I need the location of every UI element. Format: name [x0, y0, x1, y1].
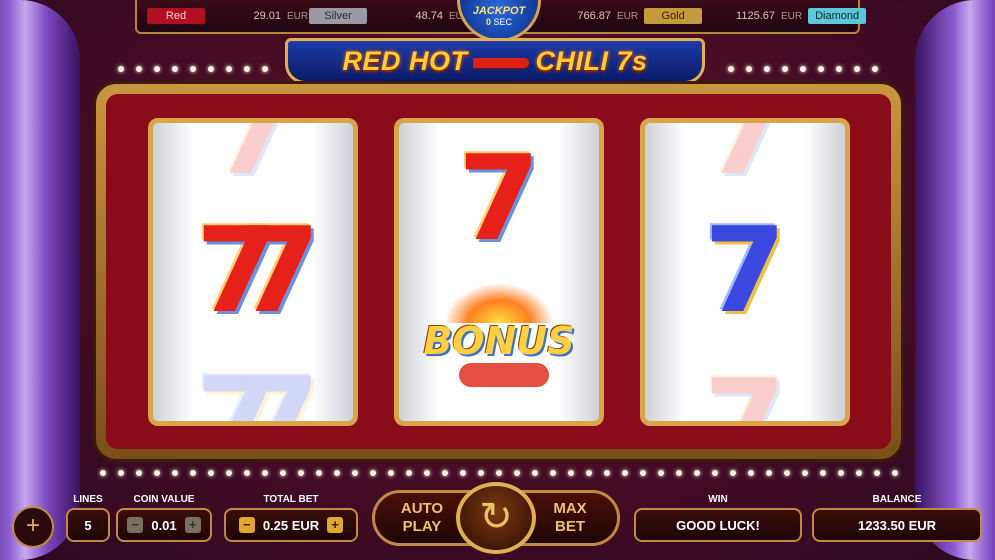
- symbol-seven: 7: [703, 353, 787, 426]
- menu-plus-button[interactable]: +: [12, 506, 54, 548]
- coin-value-label: COIN VALUE: [133, 494, 195, 505]
- total-bet-label: TOTAL BET: [263, 494, 319, 505]
- symbol-double-seven: 77: [195, 201, 320, 339]
- chili-pepper-icon: [459, 363, 549, 387]
- coin-value-stepper: − 0.01 +: [116, 508, 212, 542]
- symbol-bonus: BONUS: [423, 319, 575, 363]
- balance-value: 1233.50 EUR: [857, 517, 937, 533]
- coin-value-increase-button[interactable]: +: [184, 517, 201, 533]
- reel-2: 7 BONUS: [394, 118, 604, 426]
- jackpot-red: Red 29.01 EUR: [147, 6, 308, 26]
- left-pillar: [0, 0, 80, 560]
- jackpot-tier-label: Diamond: [808, 8, 867, 24]
- jackpot-tier-label: Red: [147, 8, 205, 24]
- spin-button[interactable]: ↻: [456, 482, 536, 554]
- reel-1: 7 77 77: [148, 118, 358, 426]
- game-title: RED HOT CHILI 7s: [285, 38, 705, 84]
- jackpot-currency: EUR: [287, 10, 309, 22]
- coin-value-decrease-button[interactable]: −: [127, 517, 144, 533]
- balance-label: BALANCE: [872, 494, 922, 505]
- jackpot-tier-label: Silver: [309, 8, 367, 24]
- total-bet-decrease-button[interactable]: −: [238, 517, 255, 533]
- right-pillar: [915, 0, 995, 560]
- chili-pepper-icon: [473, 57, 530, 68]
- total-bet-stepper: − 0.25 EUR +: [224, 508, 358, 542]
- total-bet-increase-button[interactable]: +: [327, 517, 344, 533]
- win-display: GOOD LUCK!: [634, 508, 802, 542]
- reel-3: 7 7 7: [640, 118, 850, 426]
- jackpot-silver: Silver 48.74 EUR: [309, 6, 470, 26]
- symbol-seven: 7: [703, 118, 787, 201]
- max-bet-label-2: BET: [555, 518, 585, 535]
- symbol-seven: 7: [457, 129, 541, 267]
- symbol-seven: 7: [211, 118, 295, 201]
- flame-icon: [444, 283, 554, 323]
- jackpot-currency: EUR: [781, 10, 803, 22]
- title-left: RED HOT: [342, 46, 468, 76]
- bottom-lights: [100, 470, 898, 482]
- coin-value: 0.01: [151, 517, 177, 533]
- balance-display: 1233.50 EUR: [812, 508, 982, 542]
- reel-window: 7 77 77 7 BONUS 7 7 7: [106, 94, 891, 449]
- jackpot-tier-label: Gold: [644, 8, 703, 24]
- spin-controls: AUTO PLAY MAX BET ↻: [372, 482, 620, 554]
- symbol-double-seven: 77: [195, 351, 320, 426]
- jackpot-gold: 766.87 EUR Gold: [541, 6, 703, 26]
- jackpot-countdown: 0 SEC: [460, 17, 538, 27]
- jackpot-value: 29.01: [253, 10, 281, 22]
- jackpot-timer-unit: SEC: [493, 17, 513, 27]
- jackpot-currency: EUR: [617, 10, 639, 22]
- title-right: CHILI 7s: [535, 46, 648, 76]
- jackpot-value: 48.74: [415, 10, 443, 22]
- total-bet-value: 0.25 EUR: [262, 517, 320, 533]
- spin-arrow-icon: ↻: [479, 495, 513, 539]
- symbol-seven: 7: [703, 201, 787, 339]
- win-value: GOOD LUCK!: [676, 517, 760, 533]
- slot-machine-frame: 7 77 77 7 BONUS 7 7 7: [96, 84, 901, 459]
- auto-play-label-1: AUTO: [400, 500, 444, 517]
- lines-value: 5: [84, 517, 92, 533]
- jackpot-value: 1125.67: [736, 10, 775, 22]
- max-bet-label-1: MAX: [553, 500, 587, 517]
- jackpot-value: 766.87: [577, 10, 611, 22]
- auto-play-label-2: PLAY: [402, 518, 442, 535]
- marquee-lights-right: [728, 66, 878, 78]
- jackpot-timer: 0: [485, 17, 491, 27]
- jackpot-badge-title: JACKPOT: [472, 5, 526, 17]
- win-label: WIN: [708, 494, 728, 505]
- lines-label: LINES: [73, 494, 103, 505]
- jackpot-diamond: 1125.67 EUR Diamond: [705, 6, 867, 26]
- marquee-lights-left: [118, 66, 268, 78]
- lines-field[interactable]: 5: [66, 508, 110, 542]
